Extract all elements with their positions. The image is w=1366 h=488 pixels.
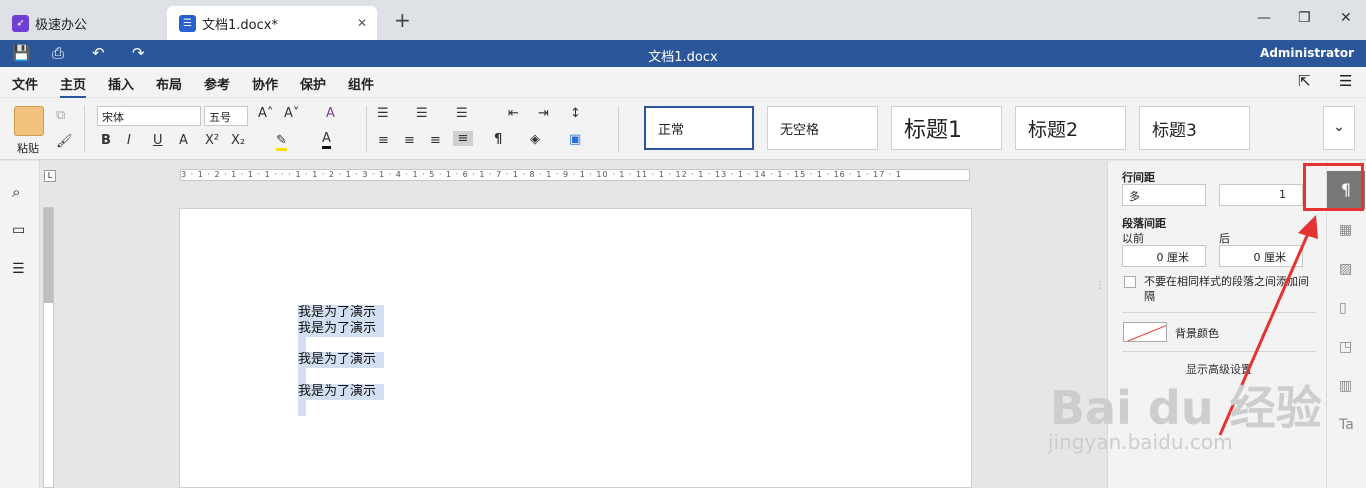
numbered-list-icon[interactable]: ☰	[416, 106, 428, 121]
navigation-icon[interactable]: ☰	[12, 261, 25, 277]
shape-settings-icon[interactable]: ◳	[1339, 339, 1352, 355]
increase-font-icon[interactable]: A˄	[258, 106, 273, 121]
tab-home[interactable]: ➶ 极速办公	[0, 6, 162, 40]
strikethrough-button[interactable]: A	[179, 133, 188, 148]
decrease-font-icon[interactable]: A˅	[284, 106, 299, 121]
style-heading1[interactable]: 标题1	[891, 106, 1002, 150]
watermark-url: jingyan.baidu.com	[1048, 430, 1233, 454]
style-heading3[interactable]: 标题3	[1139, 106, 1250, 150]
left-sidebar	[0, 161, 40, 488]
title-bar: 文档1.docx Administrator 💾 ⎙ ↶ ↷	[0, 40, 1366, 67]
document-line[interactable]: 我是为了演示	[298, 321, 385, 337]
line-spacing-mode-select[interactable]: 多	[1122, 184, 1206, 206]
spacing-before-input[interactable]: 0 厘米	[1122, 245, 1206, 267]
document-line[interactable]: 我是为了演示	[298, 352, 385, 368]
menu-home[interactable]: 主页	[60, 74, 86, 93]
open-location-icon[interactable]: ⇱	[1298, 72, 1311, 90]
menu-insert[interactable]: 插入	[108, 74, 134, 93]
rocket-icon: ➶	[12, 14, 29, 32]
comment-icon[interactable]: ▭	[12, 222, 25, 238]
multilevel-list-icon[interactable]: ☰	[456, 106, 468, 121]
hamburger-menu-icon[interactable]: ☰	[1339, 72, 1352, 90]
tab-stop-selector[interactable]: L	[44, 170, 56, 182]
minimize-button[interactable]: —	[1257, 10, 1271, 26]
styles-expand-button[interactable]: ⌄	[1323, 106, 1355, 150]
font-family-select[interactable]: 宋体	[97, 106, 201, 126]
paragraph-spacing-label: 段落间距	[1122, 217, 1166, 230]
line-spacing-icon[interactable]: ↕	[570, 106, 581, 121]
tab-label: 文档1.docx*	[202, 17, 278, 33]
header-footer-icon[interactable]: ▯	[1339, 300, 1347, 316]
superscript-button[interactable]: X²	[205, 133, 219, 148]
menu-collaborate[interactable]: 协作	[252, 74, 278, 93]
menu-bar: 文件 主页 插入 布局 参考 协作 保护 组件 ⇱ ☰	[0, 67, 1366, 97]
format-painter-icon[interactable]: 🖌	[56, 134, 73, 149]
document-line[interactable]: 我是为了演示	[298, 305, 385, 321]
line-spacing-value-input[interactable]: 1	[1219, 184, 1303, 206]
menu-plugins[interactable]: 组件	[348, 74, 374, 93]
shading-icon[interactable]: ◈	[530, 132, 540, 147]
selected-empty-line	[298, 400, 306, 416]
align-left-icon[interactable]: ≡	[378, 133, 389, 148]
selected-empty-line	[298, 337, 306, 353]
line-spacing-label: 行间距	[1122, 171, 1155, 184]
chart-settings-icon[interactable]: ▥	[1339, 378, 1352, 394]
highlight-box	[1303, 163, 1364, 211]
menu-protect[interactable]: 保护	[300, 74, 326, 93]
watermark-logo: Bai du 经验	[1050, 381, 1322, 435]
maximize-button[interactable]: ❐	[1298, 10, 1311, 26]
search-icon[interactable]: ⌕	[12, 183, 20, 201]
close-icon[interactable]: ✕	[357, 16, 367, 30]
tab-document[interactable]: ☰ 文档1.docx* ✕	[167, 6, 377, 40]
vertical-ruler-margin	[44, 208, 53, 303]
align-right-icon[interactable]: ≡	[430, 133, 441, 148]
font-color-icon[interactable]: A	[322, 131, 331, 149]
font-size-select[interactable]: 五号	[204, 106, 248, 126]
document-line[interactable]: 我是为了演示	[298, 384, 385, 400]
highlight-icon[interactable]: ✎	[276, 133, 287, 151]
justify-icon[interactable]: ≡	[453, 131, 473, 146]
bold-button[interactable]: B	[101, 133, 111, 148]
save-icon[interactable]: 💾	[12, 44, 31, 62]
textart-settings-icon[interactable]: Ta	[1339, 417, 1354, 433]
style-no-spacing[interactable]: 无空格	[767, 106, 878, 150]
menu-file[interactable]: 文件	[12, 74, 38, 93]
paragraph-mark-icon[interactable]: ¶	[494, 132, 502, 147]
tab-label: 极速办公	[35, 17, 88, 33]
background-color-picker[interactable]	[1123, 322, 1167, 342]
panel-resize-handle[interactable]: ⋮	[1095, 280, 1105, 291]
close-window-button[interactable]: ✕	[1340, 10, 1352, 26]
undo-icon[interactable]: ↶	[92, 44, 105, 62]
menu-references[interactable]: 参考	[204, 74, 230, 93]
paste-icon[interactable]	[14, 106, 44, 136]
horizontal-ruler[interactable]: 3 · 1 · 2 · 1 · 1 · 1 · · · 1 · 1 · 2 · …	[180, 169, 970, 181]
selected-empty-line	[298, 368, 306, 384]
clear-format-icon[interactable]: A	[326, 106, 335, 121]
paste-label: 粘贴	[17, 142, 39, 155]
borders-icon[interactable]: ▣	[569, 132, 581, 147]
no-space-checkbox[interactable]	[1124, 276, 1136, 288]
decrease-indent-icon[interactable]: ⇤	[508, 106, 519, 121]
table-settings-icon[interactable]: ▦	[1339, 222, 1352, 238]
document-title: 文档1.docx	[648, 50, 718, 65]
menu-layout[interactable]: 布局	[156, 74, 182, 93]
doc-icon: ☰	[179, 14, 196, 32]
subscript-button[interactable]: X₂	[231, 133, 245, 148]
underline-button[interactable]: U	[153, 133, 163, 148]
before-label: 以前	[1122, 232, 1144, 245]
style-heading2[interactable]: 标题2	[1015, 106, 1126, 150]
italic-button[interactable]: I	[127, 133, 131, 148]
image-settings-icon[interactable]: ▨	[1339, 261, 1352, 277]
increase-indent-icon[interactable]: ⇥	[538, 106, 549, 121]
style-normal[interactable]: 正常	[644, 106, 754, 150]
align-center-icon[interactable]: ≡	[404, 133, 415, 148]
bullet-list-icon[interactable]: ☰	[377, 106, 389, 121]
redo-icon[interactable]: ↷	[132, 44, 145, 62]
copy-icon[interactable]: ⧉	[56, 108, 65, 123]
print-icon[interactable]: ⎙	[52, 44, 64, 62]
user-name[interactable]: Administrator	[1260, 46, 1354, 60]
new-tab-button[interactable]: +	[394, 8, 411, 32]
